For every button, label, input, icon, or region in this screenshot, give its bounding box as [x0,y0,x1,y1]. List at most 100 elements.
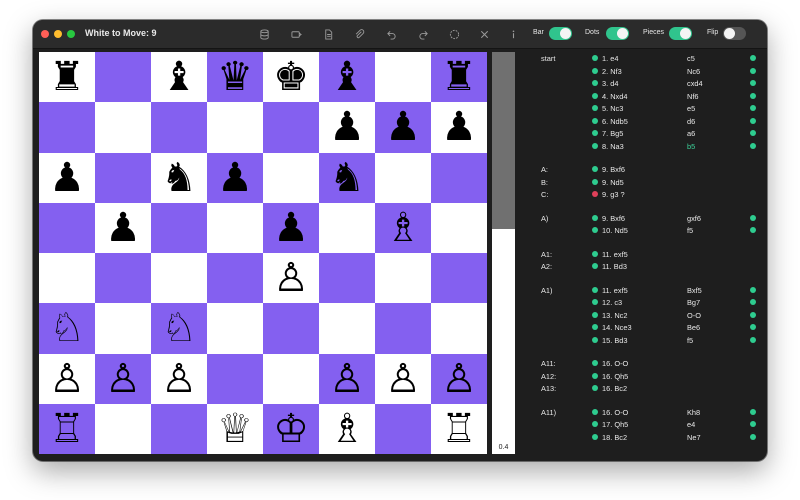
square-a5[interactable] [39,202,95,253]
square-g1[interactable] [375,403,431,454]
black-queen-piece[interactable]: ♛ [217,57,253,97]
square-b2[interactable]: ♙ [95,353,151,404]
square-g8[interactable] [375,52,431,103]
black-move[interactable]: c5 [687,54,695,63]
square-h6[interactable] [431,152,487,203]
square-e3[interactable] [263,303,319,354]
square-b6[interactable] [95,152,151,203]
square-d5[interactable] [207,202,263,253]
black-move[interactable]: d6 [687,117,695,126]
black-rook-piece[interactable]: ♜ [49,57,85,97]
database-icon[interactable] [257,27,271,41]
square-h4[interactable] [431,253,487,304]
square-e7[interactable] [263,102,319,153]
close-icon[interactable] [477,27,491,41]
square-a1[interactable]: ♖ [39,403,95,454]
white-pawn-piece[interactable]: ♙ [105,359,141,399]
square-c8[interactable]: ♝ [151,52,207,103]
current-black-move[interactable]: b5 [687,142,695,151]
black-move[interactable]: f5 [687,336,693,345]
square-e6[interactable] [263,152,319,203]
square-f2[interactable]: ♙ [319,353,375,404]
black-move[interactable]: Bxf5 [687,286,702,295]
white-move[interactable]: 13. Nc2 [602,311,627,320]
square-f5[interactable] [319,202,375,253]
black-move[interactable]: Kh8 [687,408,700,417]
square-d8[interactable]: ♛ [207,52,263,103]
square-f6[interactable]: ♞ [319,152,375,203]
black-knight-piece[interactable]: ♞ [329,158,365,198]
white-move[interactable]: 18. Bc2 [602,433,627,442]
square-c2[interactable]: ♙ [151,353,207,404]
white-bishop-piece[interactable]: ♗ [329,409,365,449]
white-move[interactable]: 16. Qh5 [602,372,628,381]
white-king-piece[interactable]: ♔ [273,409,309,449]
bar-toggle[interactable] [549,27,572,40]
black-move[interactable]: Be6 [687,323,700,332]
white-pawn-piece[interactable]: ♙ [49,359,85,399]
paperclip-icon[interactable] [352,27,366,41]
white-move[interactable]: 16. O-O [602,359,628,368]
document-icon[interactable] [321,27,335,41]
black-pawn-piece[interactable]: ♟ [217,158,253,198]
square-g3[interactable] [375,303,431,354]
white-move[interactable]: 9. g3 ? [602,190,625,199]
chess-board[interactable]: ♜ ♝ ♛ ♚ ♝ ♜ ♟ ♟ ♟ ♟ ♞ ♟ ♞ ♟ ♟ ♗ ♙ ♘ ♘ ♙ ♙ ♙ ♙ ♙ ♙ ♖ ♕ ♔ ♗ ♖ [39,52,487,454]
black-move[interactable]: Bg7 [687,298,700,307]
white-move[interactable]: 9. Nd5 [602,178,624,187]
white-move[interactable]: 5. Nc3 [602,104,623,113]
square-b5[interactable]: ♟ [95,202,151,253]
white-rook-piece[interactable]: ♖ [49,409,85,449]
black-move[interactable]: e4 [687,420,695,429]
white-queen-piece[interactable]: ♕ [217,409,253,449]
black-bishop-piece[interactable]: ♝ [161,57,197,97]
white-move[interactable]: 17. Qh5 [602,420,628,429]
square-h3[interactable] [431,303,487,354]
black-move[interactable]: gxf6 [687,214,701,223]
black-knight-piece[interactable]: ♞ [161,158,197,198]
white-move[interactable]: 3. d4 [602,79,618,88]
white-move[interactable]: 16. O-O [602,408,628,417]
square-f7[interactable]: ♟ [319,102,375,153]
black-pawn-piece[interactable]: ♟ [329,107,365,147]
square-d4[interactable] [207,253,263,304]
square-a4[interactable] [39,253,95,304]
square-h8[interactable]: ♜ [431,52,487,103]
info-icon[interactable] [506,27,520,41]
white-pawn-piece[interactable]: ♙ [273,258,309,298]
white-move[interactable]: 4. Nxd4 [602,92,627,101]
square-d7[interactable] [207,102,263,153]
square-g7[interactable]: ♟ [375,102,431,153]
square-f1[interactable]: ♗ [319,403,375,454]
white-pawn-piece[interactable]: ♙ [329,359,365,399]
black-pawn-piece[interactable]: ♟ [385,107,421,147]
white-move[interactable]: 8. Na3 [602,142,624,151]
black-move[interactable]: f5 [687,226,693,235]
white-pawn-piece[interactable]: ♙ [385,359,421,399]
square-h5[interactable] [431,202,487,253]
tag-icon[interactable] [289,27,303,41]
white-move[interactable]: 11. Bd3 [602,262,627,271]
square-a6[interactable]: ♟ [39,152,95,203]
black-pawn-piece[interactable]: ♟ [105,208,141,248]
square-c5[interactable] [151,202,207,253]
square-e4[interactable]: ♙ [263,253,319,304]
black-pawn-piece[interactable]: ♟ [441,107,477,147]
square-f8[interactable]: ♝ [319,52,375,103]
white-pawn-piece[interactable]: ♙ [441,359,477,399]
square-a2[interactable]: ♙ [39,353,95,404]
pieces-toggle[interactable] [669,27,692,40]
flip-toggle[interactable] [723,27,746,40]
square-e2[interactable] [263,353,319,404]
square-e5[interactable]: ♟ [263,202,319,253]
circle-icon[interactable] [447,27,461,41]
black-bishop-piece[interactable]: ♝ [329,57,365,97]
square-e8[interactable]: ♚ [263,52,319,103]
square-d1[interactable]: ♕ [207,403,263,454]
white-move[interactable]: 12. c3 [602,298,622,307]
white-bishop-piece[interactable]: ♗ [385,208,421,248]
white-move[interactable]: 9. Bxf6 [602,165,625,174]
square-h7[interactable]: ♟ [431,102,487,153]
square-c6[interactable]: ♞ [151,152,207,203]
black-rook-piece[interactable]: ♜ [441,57,477,97]
